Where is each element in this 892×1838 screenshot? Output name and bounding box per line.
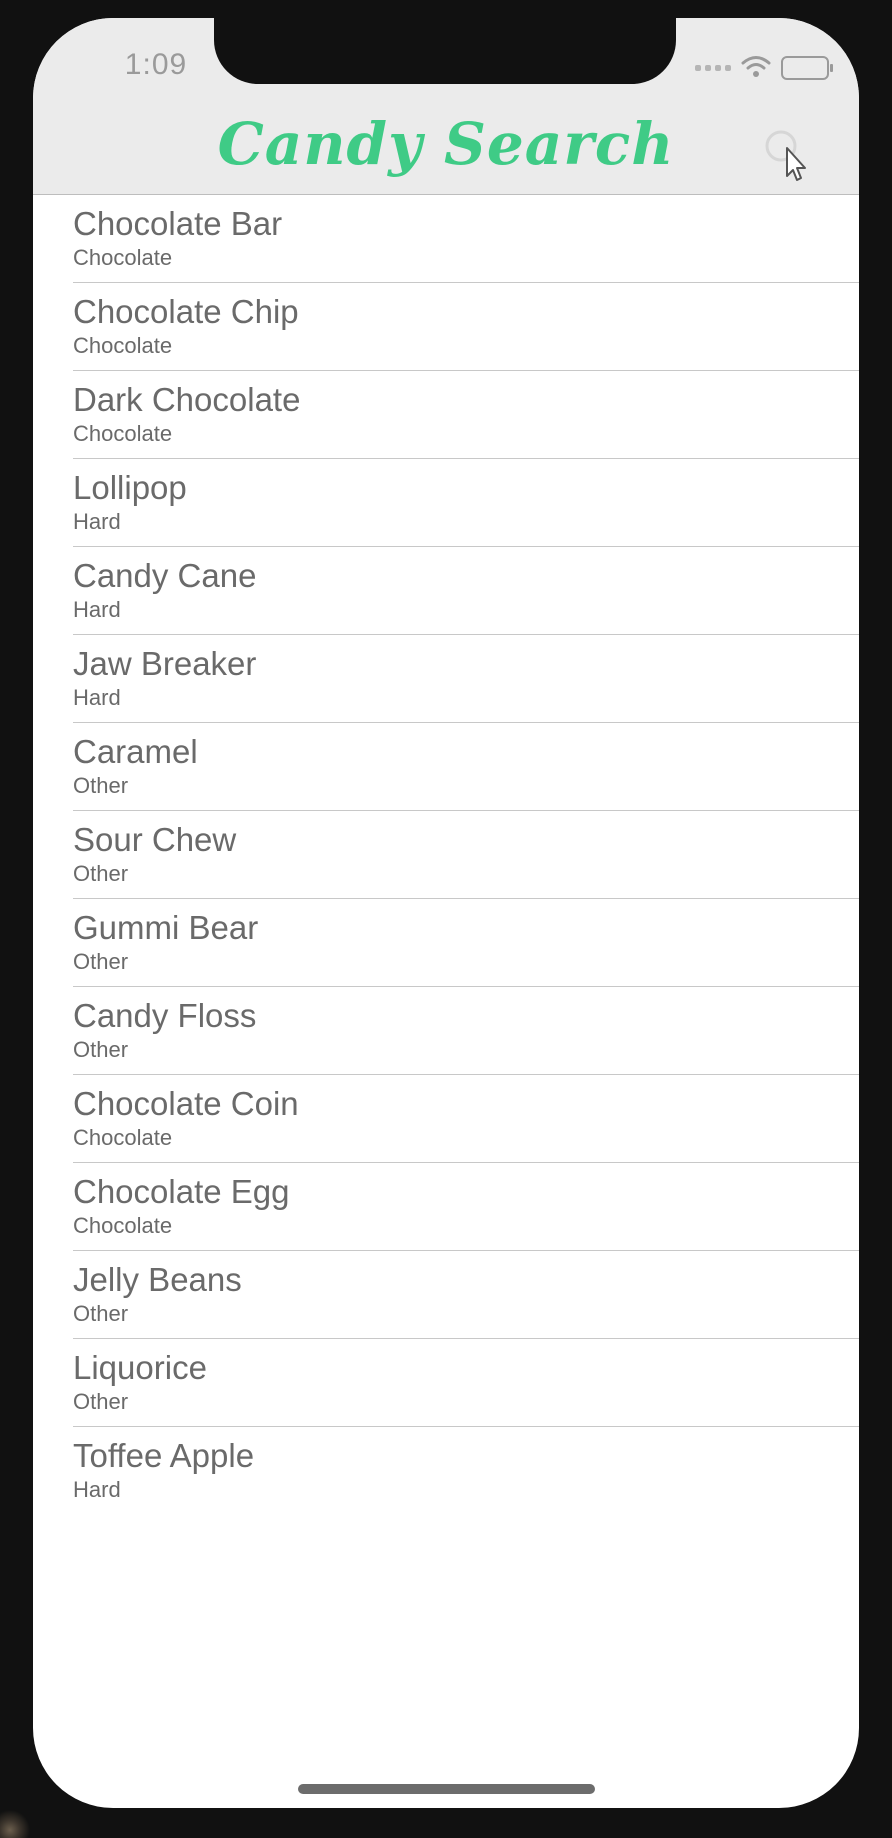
candy-name: Chocolate Bar [73,205,283,242]
candy-name: Candy Cane [73,557,257,594]
candy-category: Chocolate [73,333,173,358]
page-title: Candy Search [217,110,675,178]
status-icons [695,50,833,86]
candy-name: Sour Chew [73,821,237,858]
search-button[interactable] [759,126,819,186]
background-decoration [0,1808,40,1838]
candy-name: Candy Floss [73,997,257,1034]
candy-list: Chocolate Bar Chocolate Chocolate Chip C… [33,195,859,1514]
candy-name: Chocolate Coin [73,1085,299,1122]
list-item[interactable]: Lollipop Hard [73,459,859,547]
candy-category: Chocolate [73,245,173,270]
status-time: 1:09 [124,48,188,81]
candy-category: Hard [73,1477,121,1502]
candy-name: Chocolate Egg [73,1173,290,1210]
list-item[interactable]: Liquorice Other [73,1339,859,1427]
candy-category: Hard [73,597,121,622]
candy-category: Chocolate [73,1125,173,1150]
list-item[interactable]: Candy Cane Hard [73,547,859,635]
list-item[interactable]: Dark Chocolate Chocolate [73,371,859,459]
candy-category: Chocolate [73,421,173,446]
candy-category: Other [73,949,129,974]
list-item[interactable]: Caramel Other [73,723,859,811]
list-item[interactable]: Toffee Apple Hard [73,1427,859,1514]
candy-name: Jelly Beans [73,1261,242,1298]
candy-category: Chocolate [73,1213,173,1238]
navigation-bar: 1:09 Candy Search [33,18,859,195]
candy-name: Gummi Bear [73,909,259,946]
cellular-signal-icon [695,65,731,71]
list-item[interactable]: Jelly Beans Other [73,1251,859,1339]
list-item[interactable]: Chocolate Coin Chocolate [73,1075,859,1163]
list-item[interactable]: Candy Floss Other [73,987,859,1075]
candy-name: Caramel [73,733,198,770]
candy-name: Dark Chocolate [73,381,301,418]
candy-name: Toffee Apple [73,1437,255,1474]
search-icon [765,130,806,181]
list-item[interactable]: Chocolate Chip Chocolate [73,283,859,371]
home-indicator[interactable] [298,1784,595,1794]
wifi-icon [741,54,771,83]
candy-name: Jaw Breaker [73,645,257,682]
candy-category: Hard [73,685,121,710]
candy-name: Liquorice [73,1349,207,1386]
device-notch [214,18,676,84]
candy-category: Other [73,1301,129,1326]
list-item[interactable]: Jaw Breaker Hard [73,635,859,723]
device-frame: 1:09 Candy Search Chocolate Bar Chocolat… [0,0,892,1838]
screen: 1:09 Candy Search Chocolate Bar Chocolat… [33,18,859,1808]
candy-category: Other [73,773,129,798]
list-item[interactable]: Gummi Bear Other [73,899,859,987]
candy-category: Other [73,1037,129,1062]
candy-category: Other [73,1389,129,1414]
list-item[interactable]: Chocolate Egg Chocolate [73,1163,859,1251]
candy-name: Lollipop [73,469,187,506]
list-item[interactable]: Chocolate Bar Chocolate [73,195,859,283]
candy-name: Chocolate Chip [73,293,299,330]
candy-category: Other [73,861,129,886]
list-item[interactable]: Sour Chew Other [73,811,859,899]
candy-category: Hard [73,509,121,534]
battery-icon [781,56,833,80]
